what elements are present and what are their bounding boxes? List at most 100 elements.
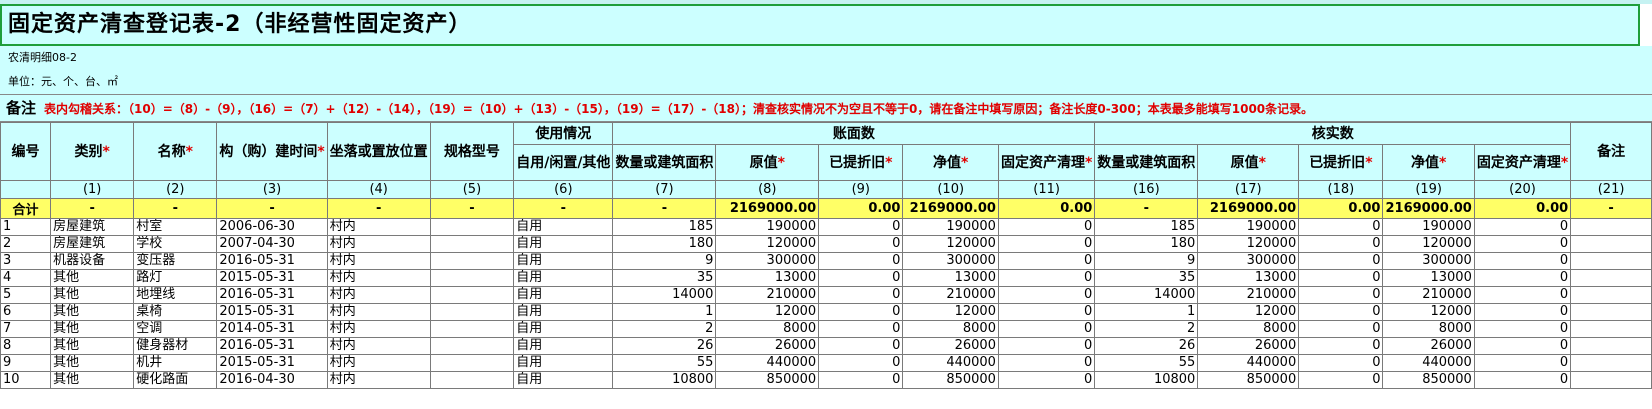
table-cell[interactable]: 440000 bbox=[1197, 354, 1300, 372]
table-cell[interactable]: 2007-04-30 bbox=[216, 235, 328, 253]
table-cell[interactable]: 2014-05-31 bbox=[216, 320, 328, 338]
table-cell[interactable]: 房屋建筑 bbox=[50, 235, 135, 253]
table-cell[interactable]: 村内 bbox=[326, 320, 431, 338]
table-cell[interactable] bbox=[429, 354, 515, 372]
table-cell[interactable]: 120000 bbox=[1382, 235, 1475, 253]
table-cell[interactable]: 2016-05-31 bbox=[216, 286, 328, 304]
table-cell[interactable]: 2016-04-30 bbox=[216, 371, 328, 389]
table-cell[interactable]: 0 bbox=[818, 218, 904, 236]
total-cell[interactable]: - bbox=[612, 198, 717, 219]
table-cell[interactable]: 120000 bbox=[715, 235, 820, 253]
table-cell[interactable]: 其他 bbox=[50, 371, 135, 389]
table-cell[interactable] bbox=[1570, 320, 1652, 338]
table-cell[interactable]: 2016-05-31 bbox=[216, 252, 328, 270]
table-cell[interactable]: 其他 bbox=[50, 286, 135, 304]
table-cell[interactable]: 自用 bbox=[513, 235, 614, 253]
table-cell[interactable]: 村内 bbox=[326, 337, 431, 355]
table-cell[interactable] bbox=[429, 371, 515, 389]
table-cell[interactable]: 8 bbox=[0, 337, 52, 355]
table-cell[interactable]: 26000 bbox=[902, 337, 999, 355]
table-cell[interactable]: 0 bbox=[997, 337, 1096, 355]
table-cell[interactable]: 5 bbox=[0, 286, 52, 304]
table-cell[interactable]: 0 bbox=[1298, 320, 1384, 338]
table-cell[interactable]: 0 bbox=[997, 371, 1096, 389]
table-cell[interactable]: 自用 bbox=[513, 320, 614, 338]
table-cell[interactable] bbox=[1570, 303, 1652, 321]
table-cell[interactable]: 440000 bbox=[902, 354, 999, 372]
table-cell[interactable]: 0 bbox=[1473, 235, 1572, 253]
table-cell[interactable]: 440000 bbox=[1382, 354, 1475, 372]
table-cell[interactable]: 300000 bbox=[1197, 252, 1300, 270]
table-cell[interactable]: 14000 bbox=[1094, 286, 1199, 304]
table-cell[interactable]: 4 bbox=[0, 269, 52, 287]
table-cell[interactable] bbox=[429, 252, 515, 270]
table-cell[interactable]: 健身器材 bbox=[133, 337, 218, 355]
table-cell[interactable]: 9 bbox=[0, 354, 52, 372]
table-cell[interactable]: 2 bbox=[1094, 320, 1199, 338]
table-cell[interactable]: 2006-06-30 bbox=[216, 218, 328, 236]
table-cell[interactable]: 10800 bbox=[1094, 371, 1199, 389]
total-cell[interactable]: 2169000.00 bbox=[1382, 198, 1475, 219]
total-cell[interactable]: - bbox=[513, 198, 614, 219]
table-cell[interactable]: 8000 bbox=[902, 320, 999, 338]
table-cell[interactable]: 路灯 bbox=[133, 269, 218, 287]
table-cell[interactable]: 自用 bbox=[513, 252, 614, 270]
table-cell[interactable]: 190000 bbox=[1197, 218, 1300, 236]
table-cell[interactable] bbox=[429, 218, 515, 236]
table-cell[interactable]: 其他 bbox=[50, 269, 135, 287]
table-cell[interactable]: 120000 bbox=[1197, 235, 1300, 253]
total-cell[interactable]: - bbox=[133, 198, 218, 219]
table-cell[interactable]: 其他 bbox=[50, 354, 135, 372]
table-cell[interactable]: 13000 bbox=[715, 269, 820, 287]
table-cell[interactable]: 村内 bbox=[326, 371, 431, 389]
table-cell[interactable]: 850000 bbox=[902, 371, 999, 389]
table-cell[interactable]: 180 bbox=[612, 235, 717, 253]
table-cell[interactable]: 0 bbox=[997, 354, 1096, 372]
table-cell[interactable]: 210000 bbox=[1197, 286, 1300, 304]
table-cell[interactable]: 地埋线 bbox=[133, 286, 218, 304]
table-cell[interactable]: 12000 bbox=[902, 303, 999, 321]
table-cell[interactable]: 2015-05-31 bbox=[216, 303, 328, 321]
table-cell[interactable]: 0 bbox=[818, 354, 904, 372]
table-cell[interactable] bbox=[429, 286, 515, 304]
table-cell[interactable]: 自用 bbox=[513, 337, 614, 355]
table-cell[interactable]: 14000 bbox=[612, 286, 717, 304]
table-cell[interactable]: 0 bbox=[1298, 286, 1384, 304]
table-cell[interactable]: 0 bbox=[997, 286, 1096, 304]
table-cell[interactable]: 机井 bbox=[133, 354, 218, 372]
table-cell[interactable]: 300000 bbox=[715, 252, 820, 270]
table-cell[interactable]: 26000 bbox=[1197, 337, 1300, 355]
table-cell[interactable]: 村内 bbox=[326, 235, 431, 253]
table-cell[interactable]: 自用 bbox=[513, 269, 614, 287]
table-cell[interactable]: 村室 bbox=[133, 218, 218, 236]
total-cell[interactable]: 0.00 bbox=[997, 198, 1096, 219]
table-cell[interactable]: 0 bbox=[818, 303, 904, 321]
table-cell[interactable]: 26 bbox=[1094, 337, 1199, 355]
table-cell[interactable]: 300000 bbox=[902, 252, 999, 270]
table-cell[interactable]: 空调 bbox=[133, 320, 218, 338]
table-cell[interactable]: 其他 bbox=[50, 320, 135, 338]
table-cell[interactable]: 其他 bbox=[50, 337, 135, 355]
table-cell[interactable]: 其他 bbox=[50, 303, 135, 321]
table-cell[interactable]: 0 bbox=[818, 371, 904, 389]
total-cell[interactable]: - bbox=[50, 198, 135, 219]
table-cell[interactable]: 12000 bbox=[1382, 303, 1475, 321]
table-cell[interactable]: 180 bbox=[1094, 235, 1199, 253]
table-cell[interactable]: 300000 bbox=[1382, 252, 1475, 270]
table-cell[interactable]: 自用 bbox=[513, 371, 614, 389]
table-cell[interactable]: 8000 bbox=[1382, 320, 1475, 338]
table-cell[interactable]: 0 bbox=[997, 218, 1096, 236]
table-cell[interactable]: 13000 bbox=[1197, 269, 1300, 287]
table-cell[interactable]: 210000 bbox=[715, 286, 820, 304]
table-cell[interactable]: 12000 bbox=[1197, 303, 1300, 321]
table-cell[interactable] bbox=[429, 235, 515, 253]
total-cell[interactable]: 合计 bbox=[0, 198, 52, 219]
table-cell[interactable]: 0 bbox=[1298, 354, 1384, 372]
total-cell[interactable]: 0.00 bbox=[1298, 198, 1384, 219]
table-cell[interactable]: 2 bbox=[612, 320, 717, 338]
table-cell[interactable]: 2015-05-31 bbox=[216, 354, 328, 372]
table-cell[interactable] bbox=[429, 269, 515, 287]
total-cell[interactable]: - bbox=[1570, 198, 1652, 219]
table-cell[interactable]: 2 bbox=[0, 235, 52, 253]
table-cell[interactable]: 9 bbox=[612, 252, 717, 270]
